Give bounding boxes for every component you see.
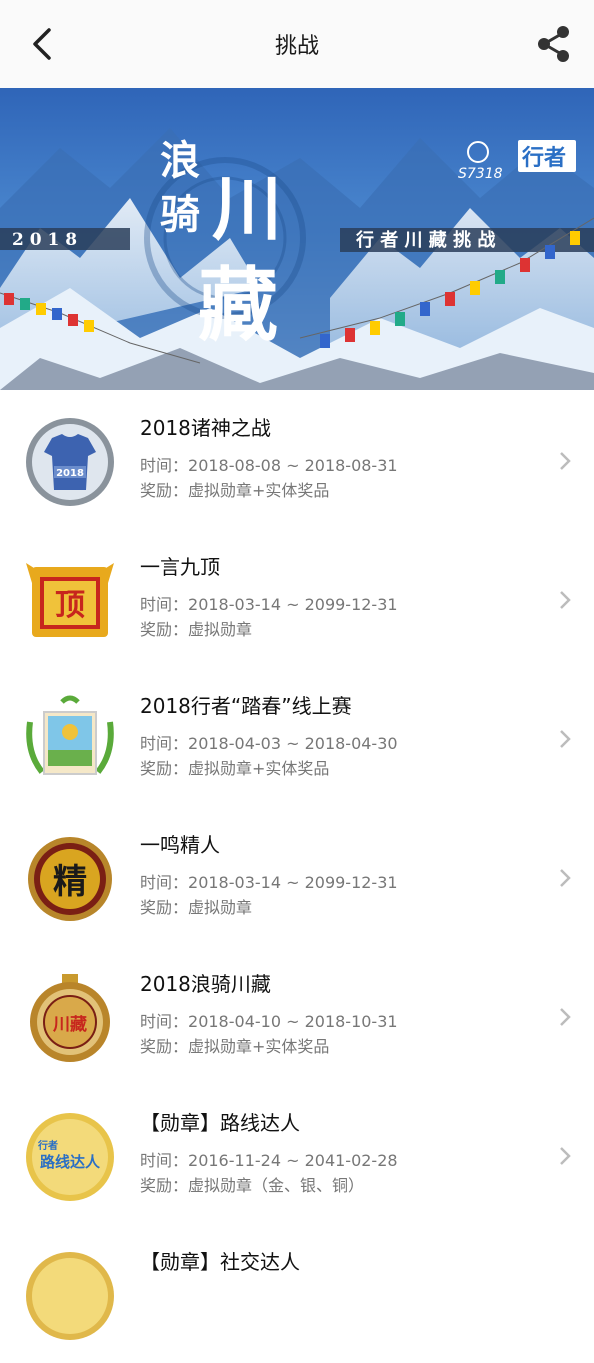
peak-badge-icon: 顶: [26, 563, 114, 637]
banner-logo-number: S7318: [458, 166, 503, 182]
badge-text: 2018: [56, 468, 84, 479]
challenge-title: 一鸣精人: [140, 833, 220, 857]
banner-subtitle: 行 者 川 藏 挑 战: [355, 229, 495, 251]
challenge-title: 2018诸神之战: [140, 416, 271, 440]
time-value: 2018-03-14 ~ 2099-12-31: [188, 873, 398, 892]
challenge-title: 【勋章】社交达人: [140, 1250, 300, 1274]
banner-char-2: 骑: [160, 191, 200, 238]
time-label: 时间：: [140, 873, 189, 892]
challenge-reward: 奖励：虚拟勋章+实体奖品: [140, 755, 329, 779]
badge-text: 精: [53, 862, 87, 902]
challenge-item[interactable]: 川藏 2018浪骑川藏 时间：2018-04-10 ~ 2018-10-31 奖…: [0, 946, 594, 1085]
banner-logo: 行者: [521, 145, 566, 171]
challenge-reward: 奖励：虚拟勋章+实体奖品: [140, 1033, 329, 1057]
challenge-title: 2018浪骑川藏: [140, 972, 271, 996]
challenge-item[interactable]: 精 一鸣精人 时间：2018-03-14 ~ 2099-12-31 奖励：虚拟勋…: [0, 807, 594, 946]
chevron-right-icon: [560, 730, 571, 748]
challenge-item[interactable]: 2018行者“踏春”线上赛 时间：2018-04-03 ~ 2018-04-30…: [0, 668, 594, 807]
time-label: 时间：: [140, 1012, 189, 1031]
challenge-time: 时间：2018-03-14 ~ 2099-12-31: [140, 869, 398, 893]
reward-label: 奖励：: [140, 1037, 189, 1056]
challenge-reward: 奖励：虚拟勋章: [140, 894, 252, 918]
chevron-right-icon: [560, 869, 571, 887]
reward-value: 虚拟勋章+实体奖品: [188, 759, 330, 778]
top-nav-bar: 挑战: [0, 0, 594, 88]
challenge-title: 一言九顶: [140, 555, 220, 579]
reward-label: 奖励：: [140, 898, 189, 917]
reward-label: 奖励：: [140, 481, 189, 500]
challenge-time: 时间：2016-11-24 ~ 2041-02-28: [140, 1147, 398, 1171]
reward-value: 虚拟勋章: [188, 898, 253, 917]
time-value: 2018-08-08 ~ 2018-08-31: [188, 456, 398, 475]
challenge-time: 时间：2018-04-10 ~ 2018-10-31: [140, 1008, 398, 1032]
badge-text: 顶: [55, 588, 85, 623]
chevron-right-icon: [560, 1008, 571, 1026]
reward-value: 虚拟勋章+实体奖品: [188, 481, 330, 500]
challenge-item[interactable]: 顶 一言九顶 时间：2018-03-14 ~ 2099-12-31 奖励：虚拟勋…: [0, 529, 594, 668]
challenge-reward: 奖励：虚拟勋章+实体奖品: [140, 477, 329, 501]
banner-char-3: 川: [212, 167, 282, 250]
banner-char-4: 藏: [198, 258, 278, 352]
badge-text: 路线达人: [40, 1153, 101, 1171]
challenge-reward: 奖励：虚拟勋章（金、银、铜）: [140, 1172, 364, 1196]
challenge-time: 时间：2018-08-08 ~ 2018-08-31: [140, 452, 398, 476]
challenge-item[interactable]: 行者 路线达人 【勋章】路线达人 时间：2016-11-24 ~ 2041-02…: [0, 1085, 594, 1224]
challenge-reward: 奖励：虚拟勋章: [140, 616, 252, 640]
chevron-right-icon: [560, 1147, 571, 1165]
banner-char-1: 浪: [160, 137, 200, 184]
spring-stamp-badge-icon: [26, 695, 114, 775]
time-label: 时间：: [140, 1151, 189, 1170]
challenge-time: 时间：2018-04-03 ~ 2018-04-30: [140, 730, 398, 754]
time-label: 时间：: [140, 734, 189, 753]
challenge-list: 2018 2018诸神之战 时间：2018-08-08 ~ 2018-08-31…: [0, 390, 594, 1363]
challenge-item[interactable]: 【勋章】社交达人: [0, 1224, 594, 1363]
time-value: 2018-03-14 ~ 2099-12-31: [188, 595, 398, 614]
reward-value: 虚拟勋章: [188, 620, 253, 639]
reward-label: 奖励：: [140, 759, 189, 778]
chevron-right-icon: [560, 591, 571, 609]
badge-text: 川藏: [52, 1015, 87, 1035]
time-value: 2016-11-24 ~ 2041-02-28: [188, 1151, 398, 1170]
time-value: 2018-04-10 ~ 2018-10-31: [188, 1012, 398, 1031]
badge-top-text: 行者: [37, 1139, 58, 1152]
reward-value: 虚拟勋章+实体奖品: [188, 1037, 330, 1056]
time-label: 时间：: [140, 456, 189, 475]
challenge-title: 【勋章】路线达人: [140, 1111, 300, 1135]
banner-illustration: 2 0 1 8 行 者 川 藏 挑 战 浪 骑 川 藏 行者 S7318: [0, 88, 594, 390]
reward-label: 奖励：: [140, 620, 189, 639]
challenge-time: 时间：2018-03-14 ~ 2099-12-31: [140, 591, 398, 615]
sichuan-tibet-medal-badge-icon: 川藏: [30, 974, 110, 1062]
banner-year: 2 0 1 8: [12, 230, 77, 250]
reward-label: 奖励：: [140, 1176, 189, 1195]
challenge-item[interactable]: 2018 2018诸神之战 时间：2018-08-08 ~ 2018-08-31…: [0, 390, 594, 529]
page-title: 挑战: [274, 34, 319, 59]
social-master-badge-icon: [26, 1252, 114, 1340]
challenge-title: 2018行者“踏春”线上赛: [140, 694, 352, 718]
jersey-badge-icon: 2018: [26, 418, 114, 506]
route-master-badge-icon: 行者 路线达人: [26, 1113, 114, 1201]
elite-medal-badge-icon: 精: [28, 837, 112, 921]
reward-value: 虚拟勋章（金、银、铜）: [188, 1176, 365, 1195]
chevron-right-icon: [560, 452, 571, 470]
share-icon[interactable]: [532, 22, 576, 66]
challenge-banner[interactable]: 2 0 1 8 行 者 川 藏 挑 战 浪 骑 川 藏 行者 S7318: [0, 88, 594, 390]
time-value: 2018-04-03 ~ 2018-04-30: [188, 734, 398, 753]
time-label: 时间：: [140, 595, 189, 614]
